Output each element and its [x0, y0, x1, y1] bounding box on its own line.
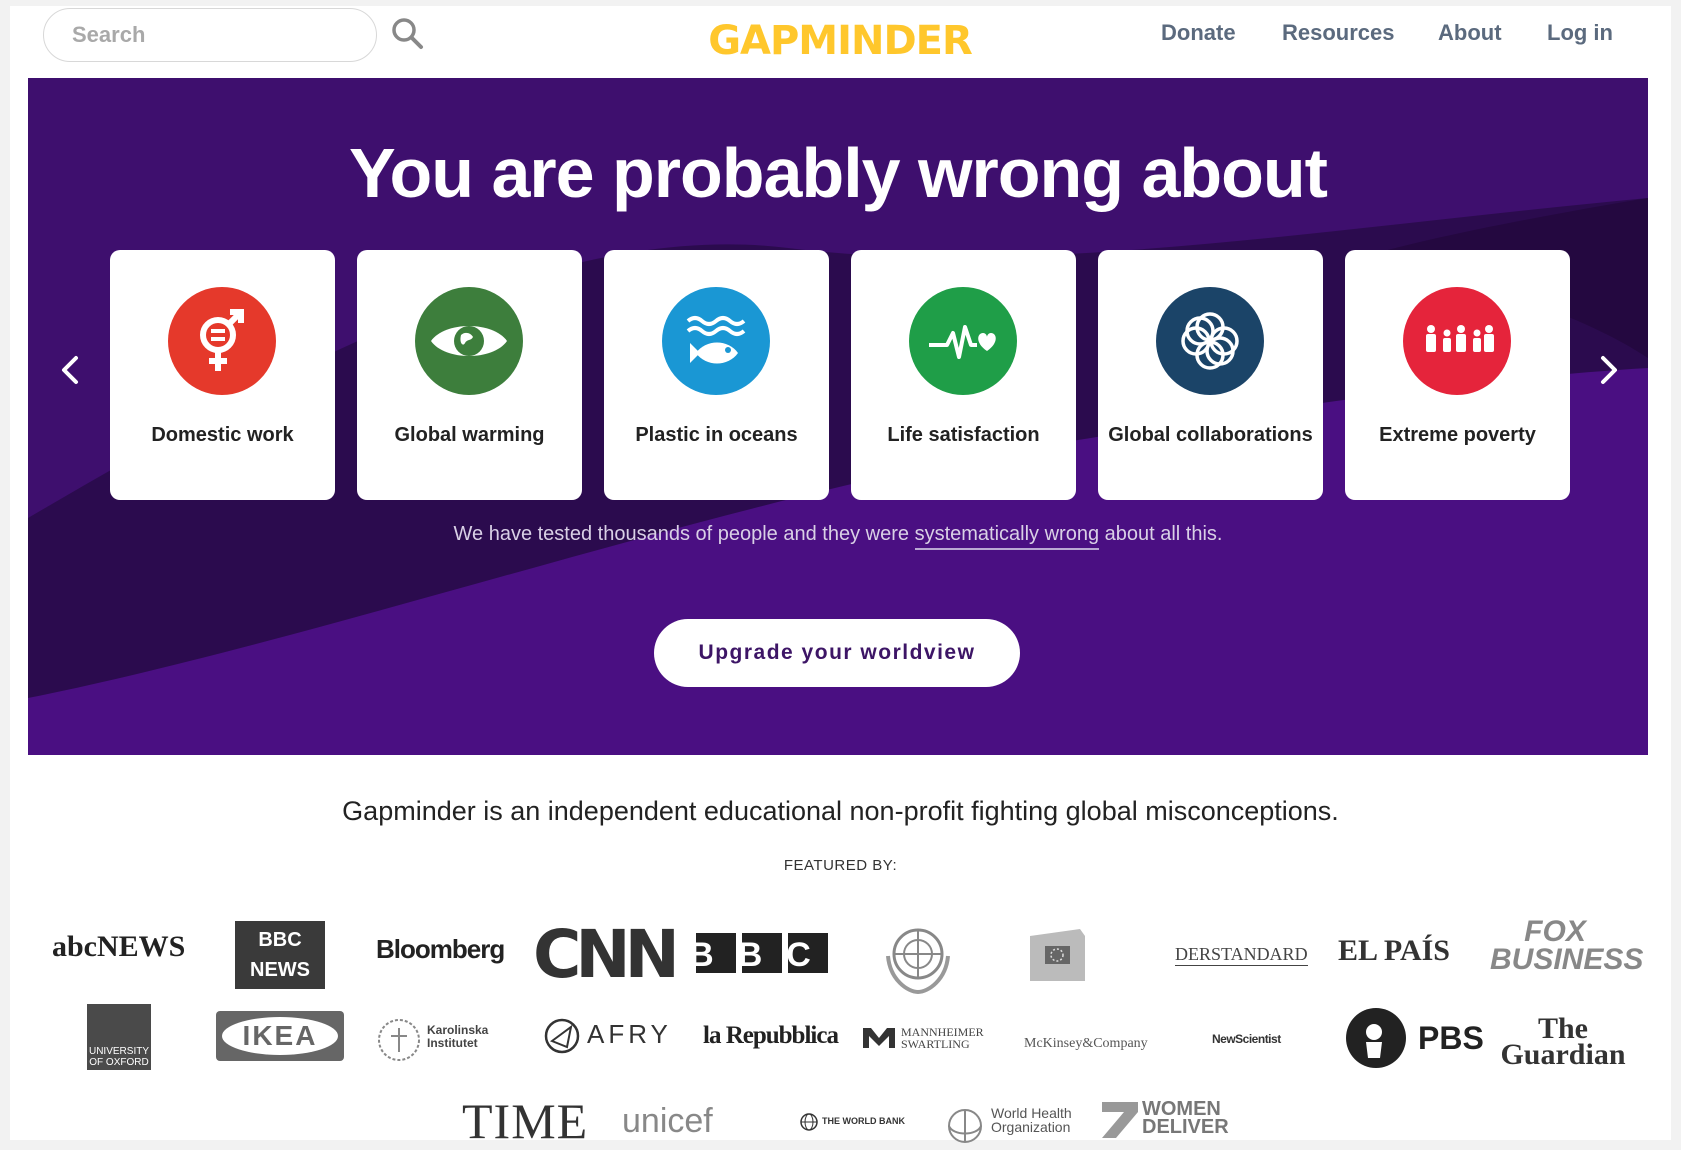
featured-by-label: FEATURED BY:	[783, 857, 898, 874]
karolinska-logo-text: Karolinska Institutet	[427, 1023, 489, 1050]
topic-card-label: Global collaborations	[1108, 424, 1313, 446]
hero-title: You are probably wrong about	[349, 134, 1328, 212]
oxford-logo[interactable]: UNIVERSITY OF OXFORD	[87, 1004, 151, 1070]
topic-card-plastic-in-oceans[interactable]: Plastic in oceans	[604, 250, 829, 500]
mannheimer-swartling-logo-text: MANNHEIMER SWARTLING	[901, 1025, 984, 1051]
logo-text: GAPMINDER	[708, 18, 972, 64]
pbs-logo-text: PBS	[1418, 1020, 1484, 1056]
el-pais-logo[interactable]: EL PAÍS	[1338, 934, 1450, 968]
women-deliver-logo[interactable]: WOMEN DELIVER	[1102, 1098, 1242, 1138]
fish-waves-icon	[662, 287, 770, 395]
the-guardian-logo[interactable]: The Guardian	[1498, 1012, 1628, 1071]
fox-business-logo[interactable]: FOX BUSINESS	[1490, 915, 1644, 976]
upgrade-worldview-button[interactable]: Upgrade your worldview	[654, 619, 1020, 687]
heartbeat-icon	[909, 287, 1017, 395]
family-icon	[1403, 287, 1511, 395]
nav-log-in[interactable]: Log in	[1547, 20, 1613, 46]
topic-card-label: Global warming	[394, 424, 545, 446]
tested-prefix: We have tested thousands of people and t…	[453, 523, 915, 545]
nav-resources[interactable]: Resources	[1282, 20, 1395, 46]
search-input[interactable]	[70, 21, 354, 49]
gender-equality-icon	[168, 287, 276, 395]
world-bank-logo-text: THE WORLD BANK	[822, 1116, 905, 1126]
european-commission-logo[interactable]	[1025, 921, 1095, 996]
hero-banner: You are probably wrong about Domestic wo…	[28, 78, 1648, 755]
mission-statement: Gapminder is an independent educational …	[342, 796, 1339, 826]
der-standard-logo[interactable]: DERSTANDARD	[1175, 944, 1308, 966]
rings-icon	[1156, 287, 1264, 395]
nav-donate[interactable]: Donate	[1161, 20, 1236, 46]
carousel-next-arrow-icon[interactable]	[1593, 350, 1623, 390]
topic-card-life-satisfaction[interactable]: Life satisfaction	[851, 250, 1076, 500]
women-deliver-logo-text: WOMEN DELIVER	[1142, 1098, 1229, 1138]
carousel-prev-arrow-icon[interactable]	[56, 350, 86, 390]
topic-card-extreme-poverty[interactable]: Extreme poverty	[1345, 250, 1570, 500]
topic-card-label: Domestic work	[151, 424, 294, 446]
bbc-news-logo[interactable]: BBC NEWS	[235, 921, 325, 989]
bbc-news-logo-text: BBC NEWS	[250, 929, 310, 981]
time-logo[interactable]: TIME	[462, 1092, 588, 1150]
tested-suffix: about all this.	[1099, 523, 1223, 545]
topic-card-label: Plastic in oceans	[635, 424, 798, 446]
who-logo-text: World Health Organization	[991, 1105, 1072, 1135]
mannheimer-swartling-logo[interactable]: MANNHEIMER SWARTLING	[863, 1026, 991, 1050]
afry-logo[interactable]: AFRY	[543, 1018, 672, 1054]
systematically-wrong-link[interactable]: systematically wrong	[914, 523, 1100, 550]
ikea-logo[interactable]: IKEA	[216, 1011, 344, 1061]
who-logo[interactable]: World Health Organization	[943, 1105, 1076, 1143]
la-repubblica-logo[interactable]: la Repubblica	[703, 1022, 839, 1050]
nav-about[interactable]: About	[1438, 20, 1502, 46]
fox-business-logo-text: FOX BUSINESS	[1490, 915, 1644, 976]
pbs-logo[interactable]: PBS	[1344, 1006, 1484, 1068]
united-nations-logo[interactable]	[878, 916, 958, 1001]
ikea-logo-text: IKEA	[243, 1020, 318, 1051]
tested-text: We have tested thousands of people and t…	[28, 523, 1648, 550]
world-bank-logo[interactable]: THE WORLD BANK	[800, 1113, 905, 1131]
topic-card-global-warming[interactable]: Global warming	[357, 250, 582, 500]
afry-logo-text: AFRY	[587, 1019, 672, 1049]
abc-news-logo[interactable]: abcNEWS	[52, 930, 185, 964]
unicef-logo[interactable]: unicef	[622, 1102, 713, 1141]
bbc-logo-text: BBC	[696, 936, 832, 974]
mckinsey-logo[interactable]: McKinsey&Company	[1024, 1036, 1148, 1052]
page: GAPMINDER Donate Resources About Log in …	[10, 6, 1671, 1149]
eye-globe-icon	[415, 287, 523, 395]
cnn-logo[interactable]: CNN	[533, 916, 680, 993]
the-guardian-logo-text: The Guardian	[1500, 1012, 1626, 1071]
topic-card-label: Life satisfaction	[887, 424, 1040, 446]
topic-card-domestic-work[interactable]: Domestic work	[110, 250, 335, 500]
oxford-logo-text: UNIVERSITY OF OXFORD	[88, 1046, 149, 1068]
new-scientist-logo[interactable]: NewScientist	[1212, 1032, 1281, 1046]
topic-card-global-collaborations[interactable]: Global collaborations	[1098, 250, 1323, 500]
bbc-logo[interactable]: BBC	[689, 931, 832, 984]
bloomberg-logo[interactable]: Bloomberg	[376, 934, 505, 965]
topic-card-label: Extreme poverty	[1379, 424, 1536, 446]
search-box[interactable]	[43, 8, 377, 62]
gapminder-logo[interactable]: GAPMINDER	[690, 14, 990, 64]
search-icon[interactable]	[388, 14, 428, 54]
